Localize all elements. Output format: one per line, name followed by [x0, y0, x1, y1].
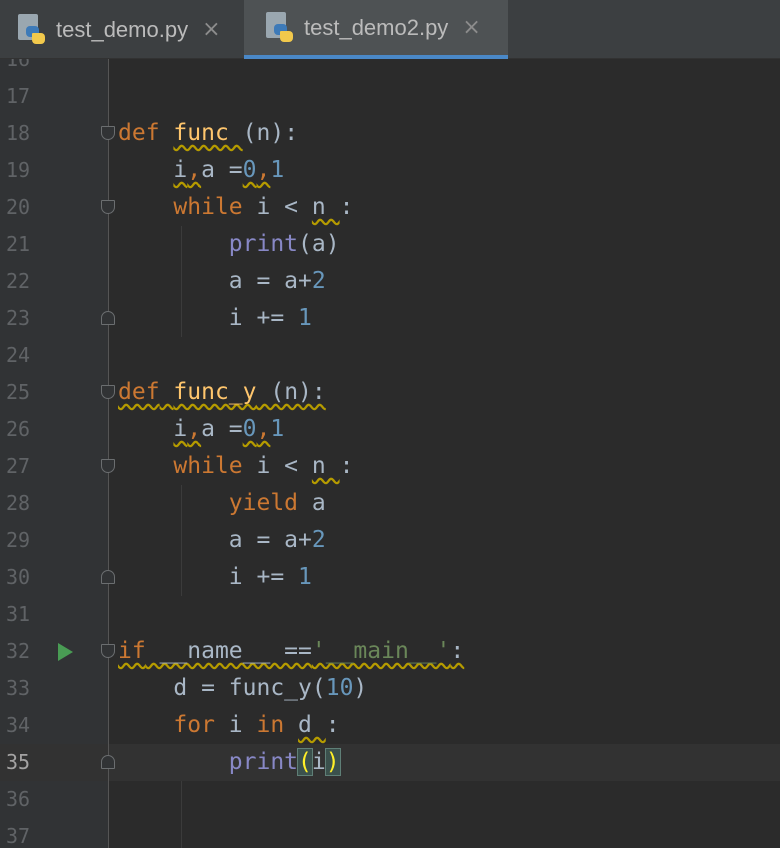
code-line: 31 — [0, 596, 780, 633]
code-text: i += 1 — [118, 564, 312, 590]
line-number: 23 — [6, 306, 31, 330]
line-number: 29 — [6, 528, 31, 552]
tab-test-demo2[interactable]: test_demo2.py × — [244, 0, 508, 59]
fold-open-icon[interactable] — [101, 126, 115, 140]
gutter-separator — [108, 59, 109, 848]
code-line: 19 i,a =0,1 — [0, 152, 780, 189]
tab-test-demo[interactable]: test_demo.py × — [0, 0, 244, 59]
line-number: 31 — [6, 602, 31, 626]
code-text: i += 1 — [118, 305, 312, 331]
code-text: for i in d : — [173, 712, 340, 738]
tab-label: test_demo.py — [56, 16, 189, 42]
tab-label: test_demo2.py — [304, 14, 449, 40]
line-number: 19 — [6, 158, 31, 182]
current-code-line: 35 print(i) — [0, 744, 780, 781]
code-line: 30 i += 1 — [0, 559, 780, 596]
line-number: 33 — [6, 676, 31, 700]
fold-close-icon[interactable] — [101, 311, 115, 325]
code-text: print(i) — [228, 748, 341, 776]
line-number: 20 — [6, 195, 31, 219]
line-number: 37 — [6, 824, 31, 848]
line-number: 24 — [6, 343, 31, 367]
python-file-icon — [16, 13, 46, 46]
code-text: print(a) — [228, 231, 340, 257]
code-editor[interactable]: 16 17 18 def func (n): 19 i,a =0,1 20 wh… — [0, 59, 780, 848]
line-number: 32 — [6, 639, 31, 663]
line-number: 30 — [6, 565, 31, 589]
code-text: i,a =0,1 — [173, 157, 285, 183]
code-line: 29 a = a+2 — [0, 522, 780, 559]
line-number: 34 — [6, 713, 31, 737]
fold-close-icon[interactable] — [101, 755, 115, 769]
line-number: 36 — [6, 787, 31, 811]
code-line: 33 d = func_y(10) — [0, 670, 780, 707]
python-file-icon — [264, 11, 294, 44]
code-line: 28 yield a — [0, 485, 780, 522]
run-icon[interactable] — [58, 643, 73, 661]
line-number: 35 — [6, 750, 31, 774]
code-line: 16 — [0, 59, 780, 78]
code-line: 18 def func (n): — [0, 115, 780, 152]
code-line: 36 — [0, 781, 780, 818]
code-text: def func_y (n): — [118, 379, 326, 405]
code-text: if __name__ =='__main__': — [118, 638, 465, 664]
line-number: 17 — [6, 84, 31, 108]
fold-close-icon[interactable] — [101, 570, 115, 584]
line-number: 25 — [6, 380, 31, 404]
line-number: 27 — [6, 454, 31, 478]
fold-open-icon[interactable] — [101, 200, 115, 214]
code-text: i,a =0,1 — [173, 416, 285, 442]
close-icon[interactable]: × — [202, 17, 220, 42]
fold-open-icon[interactable] — [101, 459, 115, 473]
line-number: 28 — [6, 491, 31, 515]
indent-guide — [181, 485, 182, 596]
line-number: 18 — [6, 121, 31, 145]
line-number: 22 — [6, 269, 31, 293]
code-text: a = a+2 — [118, 268, 326, 294]
code-line: 20 while i < n : — [0, 189, 780, 226]
code-line: 24 — [0, 337, 780, 374]
fold-open-icon[interactable] — [101, 644, 115, 658]
code-text: while i < n : — [173, 453, 354, 479]
code-text: while i < n : — [173, 194, 354, 220]
code-text: yield a — [228, 490, 326, 516]
editor-tab-bar: test_demo.py × test_demo2.py × — [0, 0, 780, 59]
line-number: 16 — [6, 59, 31, 71]
code-line: 17 — [0, 78, 780, 115]
code-text: d = func_y(10) — [118, 675, 368, 701]
code-line: 26 i,a =0,1 — [0, 411, 780, 448]
line-number: 26 — [6, 417, 31, 441]
fold-open-icon[interactable] — [101, 385, 115, 399]
code-line: 22 a = a+2 — [0, 263, 780, 300]
code-line: 32 if __name__ =='__main__': — [0, 633, 780, 670]
code-line: 37 — [0, 818, 780, 848]
line-number: 21 — [6, 232, 31, 256]
indent-guide — [181, 781, 182, 848]
close-icon[interactable]: × — [462, 15, 480, 40]
code-text: def func (n): — [118, 120, 299, 146]
code-line: 25 def func_y (n): — [0, 374, 780, 411]
code-line: 34 for i in d : — [0, 707, 780, 744]
code-line: 23 i += 1 — [0, 300, 780, 337]
indent-guide — [181, 226, 182, 337]
code-line: 27 while i < n : — [0, 448, 780, 485]
code-text: a = a+2 — [118, 527, 326, 553]
code-line: 21 print(a) — [0, 226, 780, 263]
